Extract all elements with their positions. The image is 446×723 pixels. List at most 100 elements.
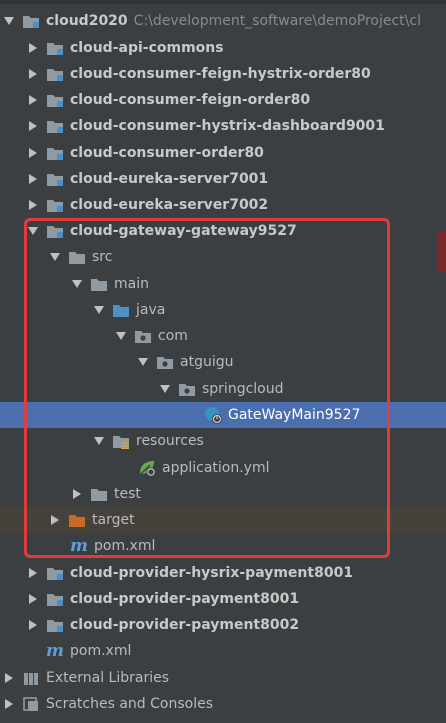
triangle-right-icon[interactable] xyxy=(28,147,38,159)
tree-node-module[interactable]: cloud-eureka-server7001 xyxy=(0,166,446,192)
source-root-icon xyxy=(112,302,130,318)
triangle-right-icon[interactable] xyxy=(28,593,38,605)
triangle-down-icon[interactable] xyxy=(160,383,170,395)
tree-node-module[interactable]: cloud-eureka-server7002 xyxy=(0,192,446,218)
triangle-down-icon[interactable] xyxy=(4,15,14,27)
tree-node-application-yml[interactable]: application.yml xyxy=(0,455,446,481)
triangle-down-icon[interactable] xyxy=(28,225,38,237)
file-label: application.yml xyxy=(162,460,270,476)
tool-window-header-strip xyxy=(0,0,446,4)
tree-node-root-pom[interactable]: m pom.xml xyxy=(0,638,446,664)
tree-node-module[interactable]: cloud-consumer-hystrix-dashboard9001 xyxy=(0,113,446,139)
module-folder-icon xyxy=(46,40,64,56)
triangle-right-icon[interactable] xyxy=(4,672,14,684)
folder-icon xyxy=(68,249,86,265)
triangle-down-icon[interactable] xyxy=(72,278,82,290)
tree-node-module[interactable]: cloud-provider-hysrix-payment8001 xyxy=(0,560,446,586)
module-label: cloud-api-commons xyxy=(70,40,224,56)
module-folder-icon xyxy=(46,591,64,607)
folder-label: java xyxy=(136,302,166,318)
tree-node-package-atguigu[interactable]: atguigu xyxy=(0,349,446,375)
spring-leaf-icon xyxy=(138,460,156,477)
module-folder-icon xyxy=(46,171,64,187)
folder-label: target xyxy=(92,512,135,528)
maven-m-icon: m xyxy=(46,641,64,661)
scratches-icon xyxy=(22,696,40,712)
folder-label: resources xyxy=(136,433,204,449)
triangle-right-icon[interactable] xyxy=(28,94,38,106)
package-icon xyxy=(156,354,174,370)
module-folder-icon xyxy=(46,66,64,82)
module-folder-icon xyxy=(46,617,64,633)
triangle-down-icon[interactable] xyxy=(138,356,148,368)
tree-node-package-springcloud[interactable]: springcloud xyxy=(0,376,446,402)
triangle-right-icon[interactable] xyxy=(28,173,38,185)
triangle-down-icon[interactable] xyxy=(50,251,60,263)
module-label: cloud-consumer-feign-hystrix-order80 xyxy=(70,66,371,82)
package-label: springcloud xyxy=(202,381,284,397)
folder-icon xyxy=(90,276,108,292)
module-folder-icon xyxy=(46,118,64,134)
tree-node-main[interactable]: main xyxy=(0,271,446,297)
triangle-right-icon[interactable] xyxy=(28,619,38,631)
tree-node-scratches[interactable]: Scratches and Consoles xyxy=(0,691,446,717)
tree-node-gateway-module[interactable]: cloud-gateway-gateway9527 xyxy=(0,218,446,244)
root-project-name: cloud2020 xyxy=(46,13,128,29)
module-label: cloud-provider-hysrix-payment8001 xyxy=(70,565,354,581)
module-label: cloud-consumer-order80 xyxy=(70,145,264,161)
triangle-right-icon[interactable] xyxy=(28,199,38,211)
tree-node-module[interactable]: cloud-provider-payment8002 xyxy=(0,612,446,638)
excluded-folder-icon xyxy=(68,512,86,528)
module-label: cloud-provider-payment8002 xyxy=(70,617,300,633)
triangle-right-icon[interactable] xyxy=(72,488,82,500)
tree-node-java[interactable]: java xyxy=(0,297,446,323)
tree-node-module-pom[interactable]: m pom.xml xyxy=(0,533,446,559)
tree-node-resources[interactable]: resources xyxy=(0,428,446,454)
spring-boot-class-icon xyxy=(204,407,222,424)
module-label: cloud-eureka-server7001 xyxy=(70,171,269,187)
tree-node-package-com[interactable]: com xyxy=(0,323,446,349)
tree-node-external-libraries[interactable]: External Libraries xyxy=(0,665,446,691)
package-label: atguigu xyxy=(180,354,234,370)
folder-icon xyxy=(90,486,108,502)
tree-node-module[interactable]: cloud-consumer-feign-order80 xyxy=(0,87,446,113)
package-label: com xyxy=(158,328,188,344)
package-icon xyxy=(134,328,152,344)
module-label: cloud-consumer-hystrix-dashboard9001 xyxy=(70,118,385,134)
tree-node-module[interactable]: cloud-consumer-feign-hystrix-order80 xyxy=(0,61,446,87)
module-label: cloud-gateway-gateway9527 xyxy=(70,223,297,239)
maven-m-icon: m xyxy=(70,536,88,556)
folder-label: main xyxy=(114,276,149,292)
triangle-right-icon[interactable] xyxy=(28,68,38,80)
module-label: cloud-provider-payment8001 xyxy=(70,591,300,607)
triangle-down-icon[interactable] xyxy=(116,330,126,342)
tree-node-root[interactable]: cloud2020 C:\development_software\demoPr… xyxy=(0,8,446,34)
triangle-right-icon[interactable] xyxy=(50,514,60,526)
module-folder-icon xyxy=(46,145,64,161)
tree-node-target[interactable]: target xyxy=(0,507,446,533)
triangle-right-icon[interactable] xyxy=(28,120,38,132)
node-label: External Libraries xyxy=(46,670,169,686)
tree-node-test[interactable]: test xyxy=(0,481,446,507)
library-icon xyxy=(22,670,40,686)
module-label: cloud-consumer-feign-order80 xyxy=(70,92,311,108)
class-label: GateWayMain9527 xyxy=(228,407,361,423)
tree-node-main-class[interactable]: GateWayMain9527 xyxy=(0,402,446,428)
tree-node-module[interactable]: cloud-provider-payment8001 xyxy=(0,586,446,612)
tree-node-module[interactable]: cloud-api-commons xyxy=(0,35,446,61)
tree-node-src[interactable]: src xyxy=(0,244,446,270)
triangle-down-icon[interactable] xyxy=(94,435,104,447)
triangle-right-icon[interactable] xyxy=(4,698,14,710)
package-icon xyxy=(178,381,196,397)
node-label: Scratches and Consoles xyxy=(46,696,213,712)
module-folder-icon xyxy=(22,13,40,29)
folder-label: src xyxy=(92,249,113,265)
triangle-right-icon[interactable] xyxy=(28,567,38,579)
module-label: cloud-eureka-server7002 xyxy=(70,197,269,213)
triangle-down-icon[interactable] xyxy=(94,304,104,316)
triangle-right-icon[interactable] xyxy=(28,42,38,54)
resources-root-icon xyxy=(112,433,130,449)
module-folder-icon xyxy=(46,565,64,581)
folder-label: test xyxy=(114,486,141,502)
tree-node-module[interactable]: cloud-consumer-order80 xyxy=(0,140,446,166)
